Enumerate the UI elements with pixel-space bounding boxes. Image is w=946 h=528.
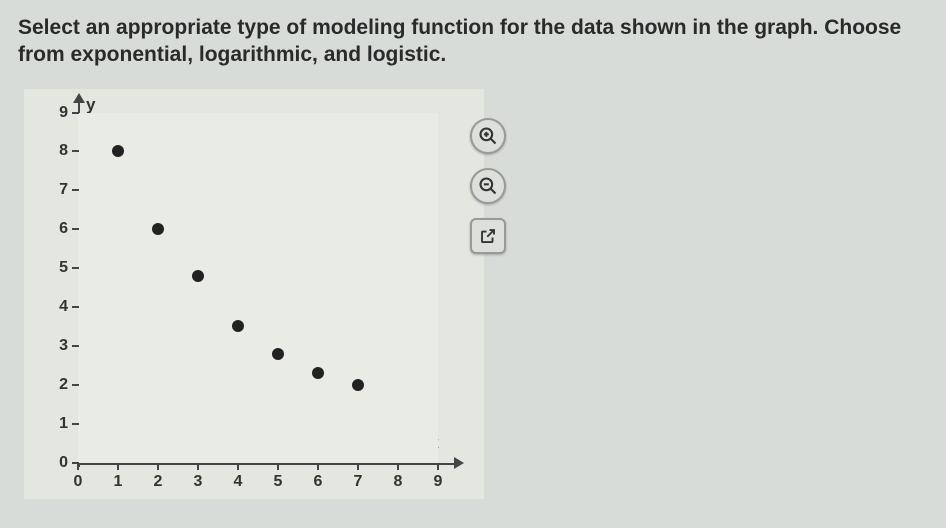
y-tick-label: 5 — [44, 259, 68, 277]
open-external-button[interactable] — [470, 218, 506, 254]
y-tick-label: 6 — [44, 220, 68, 238]
x-tick — [77, 463, 79, 470]
x-tick-label: 8 — [394, 473, 403, 491]
y-tick — [72, 189, 79, 191]
data-point — [232, 320, 244, 332]
y-tick-label: 7 — [44, 181, 68, 199]
x-tick — [317, 463, 319, 470]
x-axis-arrow-icon — [454, 457, 464, 469]
x-tick — [157, 463, 159, 470]
y-axis-label: y — [86, 95, 95, 115]
data-point — [352, 379, 364, 391]
scatter-chart: y x 01234567890123456789 — [24, 89, 484, 499]
open-external-icon — [479, 227, 497, 245]
zoom-in-icon — [478, 126, 498, 146]
y-tick-label: 3 — [44, 337, 68, 355]
data-point — [272, 348, 284, 360]
y-tick — [72, 423, 79, 425]
y-tick — [72, 112, 79, 114]
y-tick-label: 8 — [44, 142, 68, 160]
zoom-in-button[interactable] — [470, 118, 506, 154]
data-point — [112, 145, 124, 157]
y-tick-label: 4 — [44, 298, 68, 316]
y-tick — [72, 345, 79, 347]
y-tick — [72, 228, 79, 230]
x-tick-label: 4 — [234, 473, 243, 491]
data-point — [152, 223, 164, 235]
y-tick — [72, 150, 79, 152]
x-tick-label: 7 — [354, 473, 363, 491]
x-tick — [237, 463, 239, 470]
x-tick-label: 6 — [314, 473, 323, 491]
x-tick-label: 9 — [434, 473, 443, 491]
x-tick — [197, 463, 199, 470]
data-point — [192, 270, 204, 282]
y-tick — [72, 267, 79, 269]
y-tick-label: 0 — [44, 454, 68, 472]
y-tick-label: 9 — [44, 104, 68, 122]
y-tick — [72, 306, 79, 308]
zoom-out-icon — [478, 176, 498, 196]
x-tick — [437, 463, 439, 470]
question-prompt: Select an appropriate type of modeling f… — [18, 14, 928, 69]
x-tick — [277, 463, 279, 470]
data-point — [312, 367, 324, 379]
chart-controls — [470, 118, 506, 254]
x-tick-label: 2 — [154, 473, 163, 491]
x-tick-label: 5 — [274, 473, 283, 491]
x-axis — [78, 463, 456, 465]
x-tick-label: 3 — [194, 473, 203, 491]
x-tick — [397, 463, 399, 470]
y-tick — [72, 384, 79, 386]
plot-region — [78, 113, 438, 463]
x-tick — [357, 463, 359, 470]
x-tick-label: 0 — [74, 473, 83, 491]
x-tick-label: 1 — [114, 473, 123, 491]
y-tick-label: 2 — [44, 376, 68, 394]
zoom-out-button[interactable] — [470, 168, 506, 204]
y-tick-label: 1 — [44, 415, 68, 433]
x-tick — [117, 463, 119, 470]
